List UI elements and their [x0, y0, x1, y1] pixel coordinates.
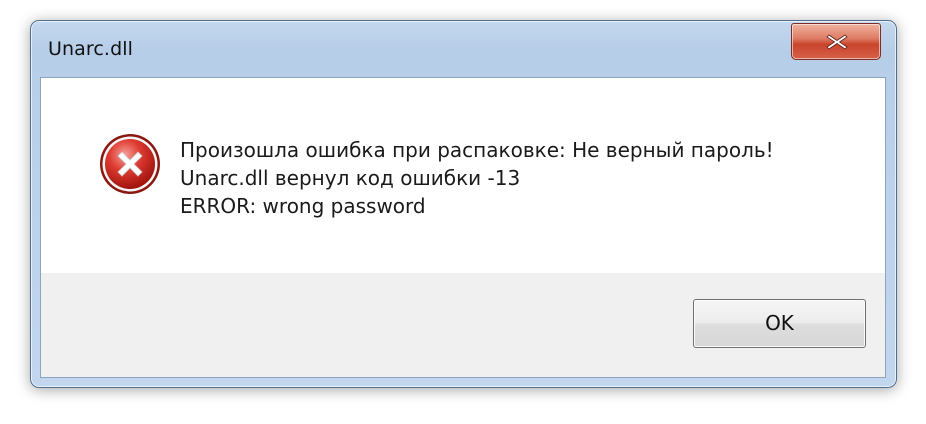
message-line: ERROR: wrong password: [180, 194, 426, 218]
message-line: Unarc.dll вернул код ошибки -13: [180, 166, 521, 190]
dialog-client-area: Произошла ошибка при распаковке: Не верн…: [40, 77, 886, 378]
error-message: Произошла ошибка при распаковке: Не верн…: [180, 136, 774, 220]
close-icon: [826, 34, 848, 50]
message-area: Произошла ошибка при распаковке: Не верн…: [41, 78, 885, 273]
error-icon: [98, 132, 162, 196]
dialog-window: Unarc.dll Произошла ошибка при распаковк…: [30, 20, 897, 388]
message-line: Произошла ошибка при распаковке: Не верн…: [180, 138, 774, 162]
close-button[interactable]: [791, 23, 881, 60]
ok-button[interactable]: OK: [693, 299, 866, 348]
window-title: Unarc.dll: [48, 38, 133, 60]
